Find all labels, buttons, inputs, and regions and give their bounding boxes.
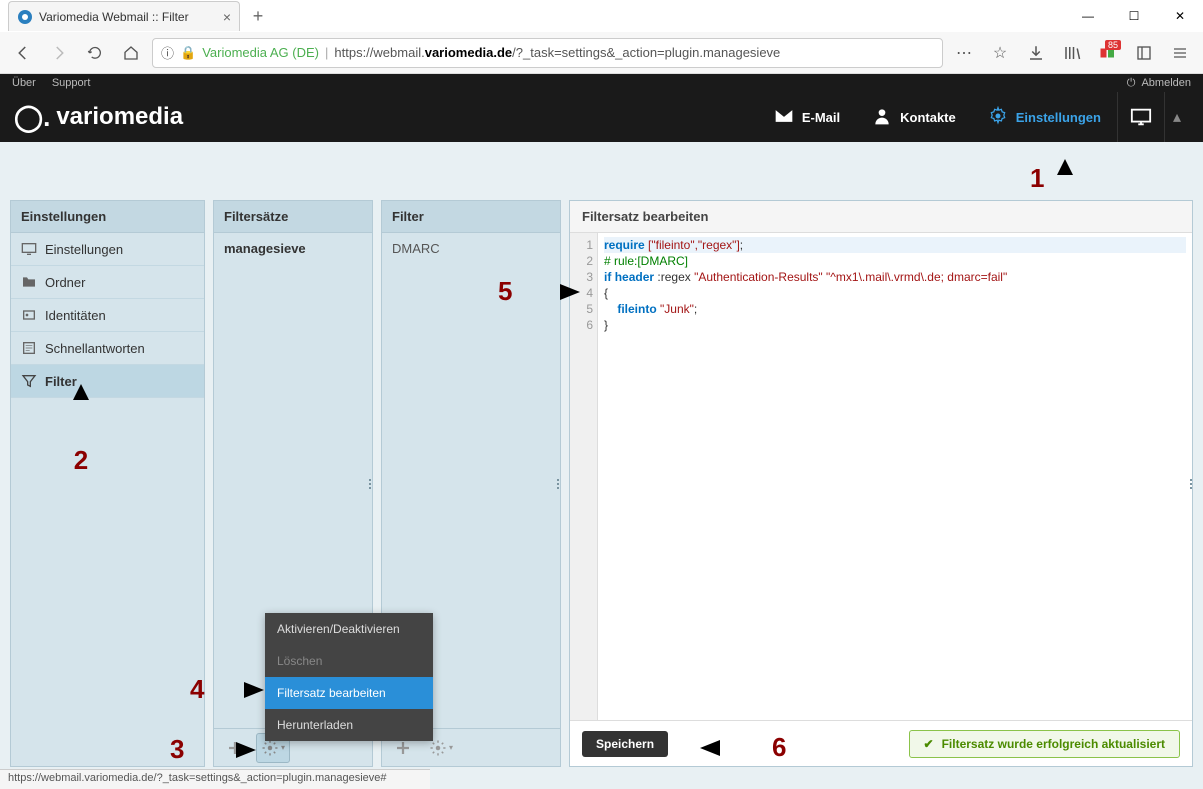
menu-button[interactable] <box>1165 38 1195 68</box>
browser-toolbar: ⓘ 🔒 Variomedia AG (DE) | https://webmail… <box>0 32 1203 74</box>
browser-titlebar: Variomedia Webmail :: Filter × + — ☐ ✕ <box>0 0 1203 32</box>
line-gutter: 123456 <box>570 233 598 720</box>
code-content[interactable]: require ["fileinto","regex"]; # rule:[DM… <box>598 233 1192 720</box>
extension-badge: 85 <box>1105 40 1121 50</box>
library-icon[interactable] <box>1057 38 1087 68</box>
sidebar-icon[interactable] <box>1129 38 1159 68</box>
main-content: Einstellungen Einstellungen Ordner Ident… <box>10 200 1193 767</box>
nav-settings[interactable]: Einstellungen <box>972 92 1117 142</box>
info-icon[interactable]: ⓘ <box>161 43 174 62</box>
back-button[interactable] <box>8 38 38 68</box>
gear-icon <box>988 106 1008 129</box>
settings-item-identities[interactable]: Identitäten <box>11 299 204 332</box>
annotation-1: 1 <box>1030 155 1078 205</box>
tab-close-icon[interactable]: × <box>223 9 231 25</box>
editor-title: Filtersatz bearbeiten <box>570 201 1192 233</box>
resize-grip[interactable] <box>369 464 375 504</box>
ctx-edit[interactable]: Filtersatz bearbeiten <box>265 677 433 709</box>
reload-button[interactable] <box>80 38 110 68</box>
settings-item-responses[interactable]: Schnellantworten <box>11 332 204 365</box>
forward-button[interactable] <box>44 38 74 68</box>
logout-link[interactable]: Abmelden <box>1141 77 1191 89</box>
filter-header: Filter <box>382 201 560 233</box>
filterset-context-menu: Aktivieren/Deaktivieren Löschen Filtersa… <box>265 613 433 741</box>
ctx-toggle[interactable]: Aktivieren/Deaktivieren <box>265 613 433 645</box>
nav-email[interactable]: E-Mail <box>758 92 856 142</box>
brand-logo[interactable]: ◯.variomedia <box>14 102 183 133</box>
success-message: ✔ Filtersatz wurde erfolgreich aktualisi… <box>909 730 1180 758</box>
resize-grip[interactable] <box>1190 464 1196 504</box>
url-text: https://webmail.variomedia.de/?_task=set… <box>334 45 780 60</box>
new-tab-button[interactable]: + <box>246 6 270 27</box>
home-button[interactable] <box>116 38 146 68</box>
power-icon: ⏻ <box>1127 77 1136 90</box>
tab-title: Variomedia Webmail :: Filter <box>39 10 189 24</box>
logo-icon: ◯. <box>14 102 50 133</box>
extension-icon[interactable]: 85 <box>1093 38 1123 68</box>
meta-about-link[interactable]: Über <box>12 77 36 89</box>
site-identity: Variomedia AG (DE) <box>202 45 319 60</box>
settings-item-preferences[interactable]: Einstellungen <box>11 233 204 266</box>
favorite-icon[interactable]: ☆ <box>985 38 1015 68</box>
minimize-button[interactable]: — <box>1065 0 1111 32</box>
filtersets-header: Filtersätze <box>214 201 372 233</box>
window-controls: — ☐ ✕ <box>1065 0 1203 32</box>
settings-item-filter[interactable]: Filter <box>11 365 204 398</box>
code-editor[interactable]: 123456 require ["fileinto","regex"]; # r… <box>570 233 1192 720</box>
filter-item[interactable]: DMARC <box>382 233 560 264</box>
editor-footer: Speichern ✔ Filtersatz wurde erfolgreich… <box>570 720 1192 766</box>
app-header: ◯.variomedia E-Mail Kontakte Einstellung… <box>0 92 1203 142</box>
filterset-item[interactable]: managesieve <box>214 233 372 264</box>
downloads-icon[interactable] <box>1021 38 1051 68</box>
display-mode-button[interactable] <box>1117 92 1164 142</box>
settings-panel: Einstellungen Einstellungen Ordner Ident… <box>10 200 205 767</box>
nav-contacts[interactable]: Kontakte <box>856 92 972 142</box>
logo-text: variomedia <box>56 103 183 131</box>
meta-support-link[interactable]: Support <box>52 77 91 89</box>
tab-favicon <box>17 9 33 25</box>
add-filterset-button[interactable] <box>218 733 252 763</box>
app-meta-bar: Über Support ⏻ Abmelden <box>0 74 1203 92</box>
browser-tab[interactable]: Variomedia Webmail :: Filter × <box>8 1 240 31</box>
save-button[interactable]: Speichern <box>582 731 668 757</box>
editor-panel: Filtersatz bearbeiten 123456 require ["f… <box>569 200 1193 767</box>
lock-icon: 🔒 <box>180 45 196 61</box>
settings-item-folders[interactable]: Ordner <box>11 266 204 299</box>
page-action-icon[interactable]: ⋯ <box>949 38 979 68</box>
url-bar[interactable]: ⓘ 🔒 Variomedia AG (DE) | https://webmail… <box>152 38 943 68</box>
resize-grip[interactable] <box>557 464 563 504</box>
maximize-button[interactable]: ☐ <box>1111 0 1157 32</box>
close-window-button[interactable]: ✕ <box>1157 0 1203 32</box>
mail-icon <box>774 106 794 129</box>
browser-status-bar: https://webmail.variomedia.de/?_task=set… <box>0 769 430 789</box>
display-mode-caret[interactable]: ▴ <box>1164 92 1189 142</box>
person-icon <box>872 106 892 129</box>
ctx-delete[interactable]: Löschen <box>265 645 433 677</box>
settings-panel-header: Einstellungen <box>11 201 204 233</box>
settings-list: Einstellungen Ordner Identitäten Schnell… <box>11 233 204 766</box>
check-icon: ✔ <box>924 737 934 751</box>
ctx-download[interactable]: Herunterladen <box>265 709 433 741</box>
